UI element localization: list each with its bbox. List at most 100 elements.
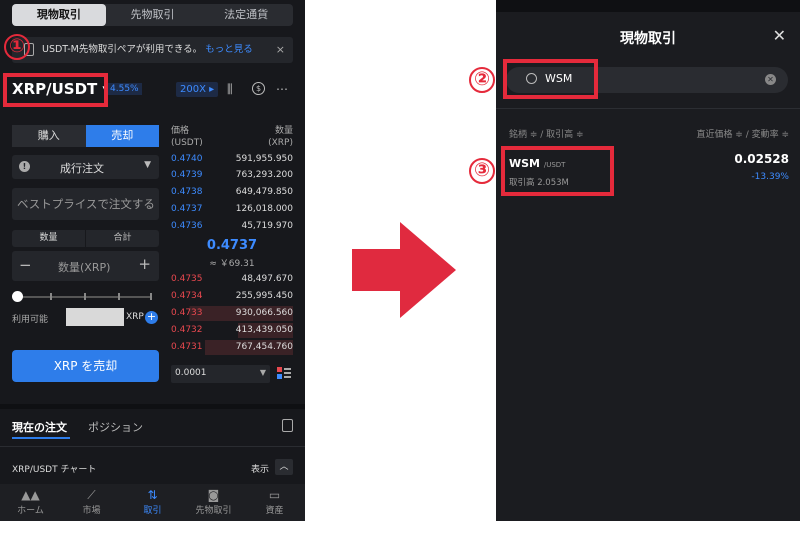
ob-bid-row[interactable]: 0.4738 649,479.850 <box>171 185 293 200</box>
ob-bid-row[interactable]: 0.4737 126,018.000 <box>171 202 293 217</box>
ob-ask-row[interactable]: 0.4732 413,439.050 <box>171 323 293 338</box>
highlight-search-input <box>503 59 598 99</box>
precision-value: 0.0001 <box>175 368 207 378</box>
close-button[interactable]: ✕ <box>773 26 786 45</box>
ob-bid-row[interactable]: 0.4740 591,955.950 <box>171 152 293 167</box>
chevron-down-icon: ▼ <box>259 368 266 377</box>
ob-ask-row[interactable]: 0.4733 930,066.560 <box>171 306 293 321</box>
amount-slider[interactable] <box>12 291 152 302</box>
ob-ask-row[interactable]: 0.4735 48,497.670 <box>171 272 293 287</box>
right-arrow-icon <box>352 222 456 318</box>
ob-price: 0.4737 <box>171 204 203 214</box>
ob-qty: 649,479.850 <box>235 187 293 197</box>
candlestick-icon[interactable]: ⫼ <box>227 82 233 97</box>
tab-futures[interactable]: 先物取引 <box>106 4 200 26</box>
nav-label: 資産 <box>265 506 284 516</box>
tab-spot[interactable]: 現物取引 <box>12 4 106 26</box>
ob-price: 0.4736 <box>171 221 203 231</box>
ob-price: 0.4739 <box>171 170 203 180</box>
ob-ask-row[interactable]: 0.4734 255,995.450 <box>171 289 293 304</box>
step-marker-2: ② <box>469 67 495 93</box>
buy-tab[interactable]: 購入 <box>12 125 86 147</box>
show-chart-label[interactable]: 表示 <box>251 462 269 475</box>
nav-futures[interactable]: ◙ 先物取引 <box>183 484 244 521</box>
section-divider <box>0 404 305 409</box>
sell-tab[interactable]: 売却 <box>85 125 159 147</box>
divider <box>0 446 305 447</box>
wallet-icon: ▭ <box>268 488 281 502</box>
ob-bid-row[interactable]: 0.4736 45,719.970 <box>171 219 293 234</box>
slider-tick <box>118 293 120 300</box>
qty-placeholder: 数量(XRP) <box>58 261 111 274</box>
active-tab-underline <box>12 437 70 439</box>
status-strip <box>496 0 800 12</box>
tab-open-orders[interactable]: 現在の注文 <box>12 419 67 435</box>
nav-market[interactable]: ⟋ 市場 <box>61 484 122 521</box>
total-tab[interactable]: 合計 <box>85 230 159 247</box>
qty-tab[interactable]: 数量 <box>12 230 85 247</box>
ob-ask-row[interactable]: 0.4731 767,454.760 <box>171 340 293 355</box>
tab-positions[interactable]: ポジション <box>88 419 143 435</box>
orderbook-layout-icon[interactable] <box>277 367 291 380</box>
ob-price: 0.4740 <box>171 154 203 164</box>
result-price: 0.02528 <box>734 152 789 166</box>
available-value-masked <box>66 308 124 326</box>
dollar-icon[interactable]: $ <box>252 82 265 95</box>
step-marker-1: ① <box>4 34 30 60</box>
trade-icon: ⇅ <box>147 488 158 502</box>
ob-qty: 45,719.970 <box>241 221 293 231</box>
clear-icon[interactable]: ✕ <box>765 74 776 85</box>
more-icon[interactable]: ⋯ <box>276 82 288 96</box>
ob-price: 0.4733 <box>171 308 203 318</box>
order-type-select[interactable]: ! 成行注文 ▼ <box>12 155 159 179</box>
nav-assets[interactable]: ▭ 資産 <box>244 484 305 521</box>
banner-text: USDT-M先物取引ペアが利用できる。 <box>42 44 203 55</box>
learn-more-link[interactable]: もっと見る <box>205 44 253 55</box>
quantity-field[interactable]: − 数量(XRP) + <box>12 251 159 281</box>
ob-qty: 413,439.050 <box>235 325 293 335</box>
ob-qty: 591,955.950 <box>235 154 293 164</box>
col-header-symbol[interactable]: 銘柄 ≑ / 取引高 ≑ <box>509 127 584 140</box>
slider-tick <box>150 293 152 300</box>
ob-qty: 767,454.760 <box>235 342 293 352</box>
sell-xrp-button[interactable]: XRP を売却 <box>12 350 159 382</box>
col-header-price[interactable]: 直近価格 ≑ / 変動率 ≑ <box>696 127 789 140</box>
chart-label: XRP/USDT チャート <box>12 465 97 475</box>
qty-total-tabs: 数量 合計 <box>12 230 159 247</box>
banner-close-button[interactable]: × <box>276 37 285 63</box>
result-change: -13.39% <box>751 172 789 182</box>
available-unit: XRP <box>126 312 144 322</box>
order-history-icon[interactable] <box>282 419 293 432</box>
slider-handle[interactable] <box>12 291 23 302</box>
available-label: 利用可能 <box>12 315 49 325</box>
step-marker-3: ③ <box>469 158 495 184</box>
divider <box>496 108 800 109</box>
chevron-up-icon[interactable]: ︿ <box>275 459 293 475</box>
ob-bid-row[interactable]: 0.4739 763,293.200 <box>171 168 293 183</box>
tab-fiat[interactable]: 法定通貨 <box>199 4 293 26</box>
nav-label: 先物取引 <box>195 506 232 516</box>
ob-qty: 126,018.000 <box>235 204 293 214</box>
market-icon: ⟋ <box>87 488 96 502</box>
minus-button[interactable]: − <box>19 256 32 274</box>
price-field: ベストプライスで注文する <box>12 188 159 220</box>
precision-select[interactable]: 0.0001 ▼ <box>171 365 270 383</box>
leverage-button[interactable]: 200X ▸ <box>176 82 219 97</box>
ob-price: 0.4731 <box>171 342 203 352</box>
nav-trade[interactable]: ⇅ 取引 <box>122 484 183 521</box>
ob-price: 0.4734 <box>171 291 203 301</box>
ob-qty: 255,995.450 <box>235 291 293 301</box>
info-icon: ! <box>19 161 30 172</box>
nav-label: ホーム <box>17 506 44 516</box>
futures-banner: USDT-M先物取引ペアが利用できる。 もっと見る × <box>12 37 293 63</box>
plus-button[interactable]: + <box>138 255 151 273</box>
nav-home[interactable]: ▲▲ ホーム <box>0 484 61 521</box>
ob-price: 0.4732 <box>171 325 203 335</box>
page-title: 現物取引 <box>620 31 676 47</box>
transfer-plus-icon[interactable]: + <box>145 311 158 324</box>
ob-price-header: 価格 (USDT) <box>171 126 203 148</box>
ob-mid-price: 0.4737 <box>206 238 258 253</box>
home-icon: ▲▲ <box>21 488 40 502</box>
dropdown-icon: ▼ <box>144 160 151 170</box>
ob-price: 0.4735 <box>171 274 203 284</box>
